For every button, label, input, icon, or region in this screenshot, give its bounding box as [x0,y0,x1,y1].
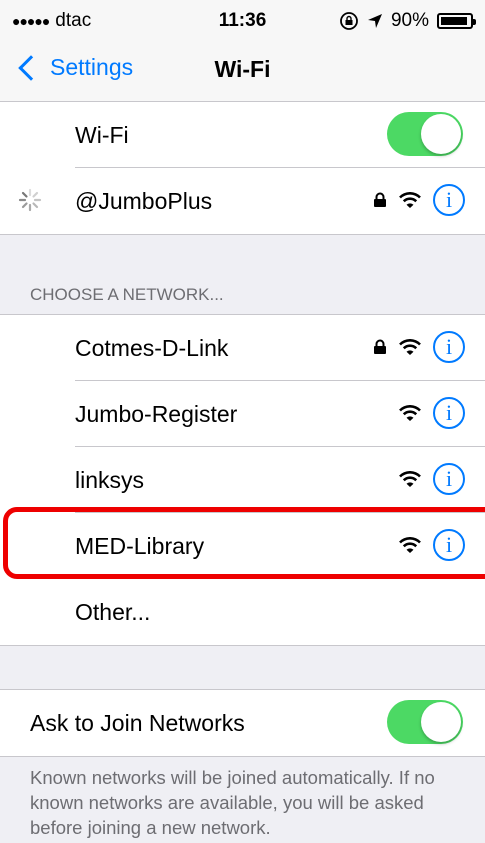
wifi-signal-icon [399,470,421,487]
network-status-icons: i [399,463,465,495]
other-network-row[interactable]: Other... [0,579,485,645]
status-bar: ●●●●● dtac 11:36 90% [0,0,485,40]
wifi-signal-icon [399,338,421,355]
network-row[interactable]: MED-Library i [0,513,485,579]
wifi-label: Wi-Fi [75,122,129,148]
status-right: 90% [339,10,476,32]
wifi-signal-icon [399,404,421,421]
network-row[interactable]: Jumbo-Register i [0,381,485,447]
available-networks-group: Cotmes-D-Link i Jumbo-Register i linksys… [0,314,485,646]
network-status-icons: i [399,397,465,429]
info-icon[interactable]: i [433,463,465,495]
info-icon[interactable]: i [433,529,465,561]
section-header-choose-network: CHOOSE A NETWORK... [30,285,224,304]
network-row[interactable]: linksys i [0,447,485,513]
info-icon[interactable]: i [433,397,465,429]
ask-to-join-description: Known networks will be joined automatica… [30,767,435,838]
network-status-icons: i [373,331,465,363]
other-network-label: Other... [75,599,151,625]
wifi-group: Wi-Fi @JumboPlus i [0,101,485,235]
network-status-icons: i [373,184,465,216]
network-row[interactable]: Cotmes-D-Link i [0,315,485,381]
current-network-name: @JumboPlus [75,188,213,214]
wifi-signal-icon [399,536,421,553]
toggle-knob [421,114,461,154]
network-name: Cotmes-D-Link [75,335,229,361]
rotation-lock-icon [340,12,358,30]
battery-percent: 90% [390,10,429,31]
location-arrow-icon [367,14,382,28]
navigation-bar: Settings Wi-Fi [0,40,485,102]
ask-to-join-toggle[interactable] [387,700,463,744]
network-name: MED-Library [75,533,205,559]
lock-icon [374,339,386,354]
current-network-row[interactable]: @JumboPlus i [0,168,485,234]
wifi-toggle-row: Wi-Fi [0,102,485,168]
info-icon[interactable]: i [433,184,465,216]
network-name: Jumbo-Register [75,401,238,427]
wifi-signal-icon [399,191,421,208]
wifi-toggle[interactable] [387,112,463,156]
info-icon[interactable]: i [433,331,465,363]
loading-spinner-icon [18,188,42,212]
battery-icon [437,13,476,29]
ask-to-join-label: Ask to Join Networks [30,710,245,736]
page-title: Wi-Fi [214,56,271,82]
ask-to-join-row: Ask to Join Networks [0,690,485,756]
network-status-icons: i [399,529,465,561]
toggle-knob [421,702,461,742]
network-name: linksys [75,467,145,493]
lock-icon [374,192,386,207]
ask-to-join-group: Ask to Join Networks [0,689,485,757]
